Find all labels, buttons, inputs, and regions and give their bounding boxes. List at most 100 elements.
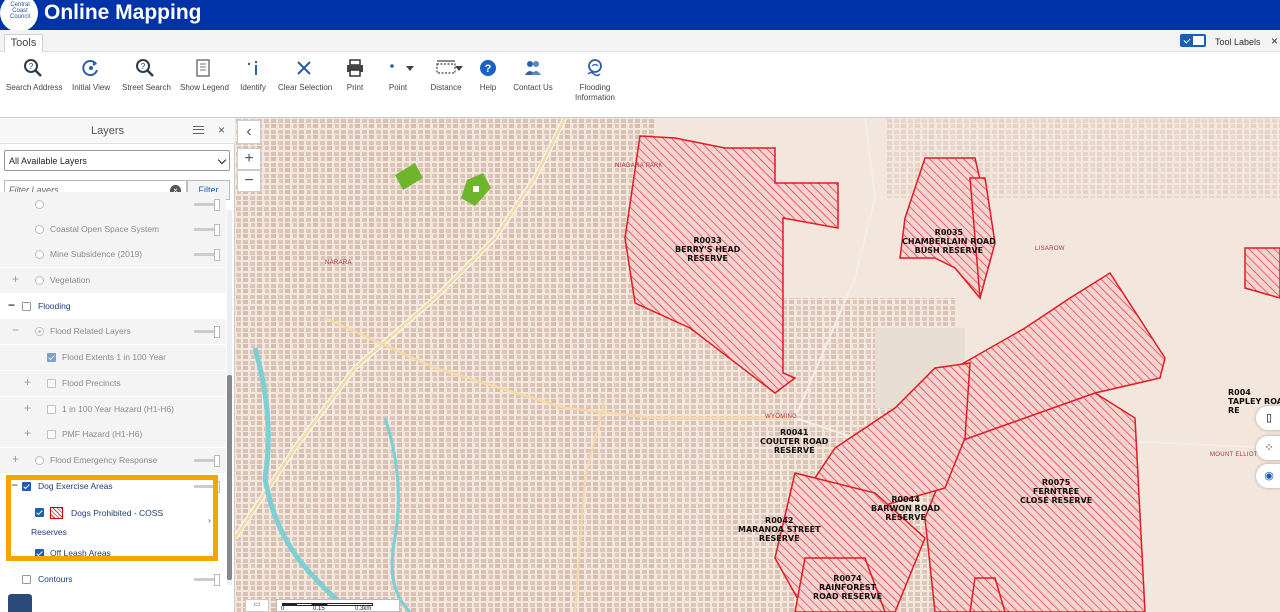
tool-label: Clear Selection [278, 83, 333, 92]
tool-labels-toggle[interactable] [1180, 34, 1206, 47]
layers-stack-icon[interactable] [8, 594, 32, 612]
layer-checkbox[interactable] [22, 575, 31, 584]
layer-checkbox[interactable] [47, 405, 56, 414]
layers-scrollbar[interactable] [227, 210, 232, 585]
clear-icon [297, 61, 311, 75]
reserve-label: R0074 RAINFOREST ROAD RESERVE [813, 574, 883, 601]
layer-radio[interactable] [35, 456, 44, 465]
point-button[interactable]: Point [386, 58, 410, 93]
refresh-icon [82, 60, 98, 77]
distance-button[interactable]: Distance [428, 58, 464, 93]
reserve-label: R0035 CHAMBERLAIN ROAD BUSH RESERVE [902, 228, 996, 255]
expand-icon[interactable]: + [24, 426, 31, 440]
layer-row-mine: Mine Subsidence (2019) [0, 242, 226, 267]
opacity-slider[interactable] [194, 199, 220, 211]
expand-icon[interactable]: + [12, 452, 19, 466]
show-legend-button[interactable]: Show Legend [180, 58, 229, 93]
scale-icon[interactable]: ▭ [245, 599, 269, 612]
layer-label: Contours [38, 574, 73, 584]
opacity-slider[interactable] [194, 224, 220, 236]
layer-label: Mine Subsidence (2019) [50, 249, 143, 259]
clear-selection-button[interactable]: Clear Selection [278, 58, 333, 93]
apps-icon[interactable]: ⁘ [1256, 436, 1280, 460]
book-icon[interactable]: ▯ [1256, 406, 1280, 430]
layer-label: Flood Emergency Response [50, 455, 158, 465]
svg-text:?: ? [485, 63, 492, 75]
layer-radio[interactable] [35, 327, 44, 336]
layer-label: Vegetation [50, 275, 91, 285]
layer-radio[interactable] [35, 276, 44, 285]
opacity-slider[interactable] [194, 574, 220, 586]
expand-icon[interactable]: + [24, 375, 31, 389]
help-button[interactable]: ? Help [478, 58, 498, 93]
council-logo[interactable]: Central Coast Council [0, 0, 38, 32]
check-icon [1182, 36, 1193, 45]
highlight-box [6, 475, 218, 561]
search-address-button[interactable]: ? Search Address [6, 58, 62, 93]
layer-checkbox[interactable] [47, 379, 56, 388]
collapse-icon[interactable]: − [12, 323, 19, 337]
collapse-panel-button[interactable]: ‹ [237, 120, 261, 144]
layer-checkbox[interactable] [22, 302, 31, 311]
layer-set-value: All Available Layers [9, 156, 87, 166]
info-cursor-icon [247, 60, 258, 75]
scrollbar-thumb[interactable] [227, 375, 232, 580]
layer-set-select[interactable]: All Available Layers [4, 150, 230, 171]
logo-line: Council [9, 14, 30, 20]
point-dropdown-caret[interactable] [406, 66, 414, 71]
layer-row-emergency: + Flood Emergency Response [0, 448, 226, 473]
suburb-label: LISAROW [1035, 246, 1065, 252]
layer-row-coastal: Coastal Open Space System [0, 217, 226, 242]
layer-label: Flooding [38, 301, 71, 311]
assistant-icon[interactable]: ◉ [1256, 464, 1280, 488]
menu-icon[interactable] [193, 126, 204, 134]
layer-checkbox[interactable] [47, 430, 56, 439]
expand-icon[interactable]: + [12, 272, 19, 286]
point-icon [390, 64, 394, 68]
layers-panel-title: Layers [91, 125, 125, 137]
search-icon: ? [136, 59, 154, 77]
flood-info-icon [587, 59, 602, 77]
street-search-button[interactable]: ? Street Search [122, 58, 171, 93]
zoom-out-button[interactable]: − [237, 170, 261, 192]
close-toolbar-button[interactable]: × [1271, 34, 1278, 48]
layer-label: Flood Extents 1 in 100 Year [62, 352, 166, 362]
suburb-label: NARARA [325, 260, 352, 266]
close-panel-button[interactable]: × [218, 123, 225, 137]
flooding-information-button[interactable]: Flooding Information [573, 58, 617, 103]
print-button[interactable]: Print [343, 58, 367, 93]
tool-labels-label: Tool Labels [1215, 37, 1261, 47]
opacity-slider[interactable] [194, 455, 220, 467]
tool-label: Point [388, 83, 408, 92]
opacity-slider[interactable] [194, 249, 220, 261]
collapse-icon[interactable]: − [8, 298, 15, 312]
layer-radio[interactable] [35, 250, 44, 259]
reserve-label: R0044 BARWON ROAD RESERVE [871, 495, 941, 522]
layer-row-partial [0, 192, 226, 217]
layer-row-vegetation: + Vegetation [0, 268, 226, 293]
zoom-in-button[interactable]: + [237, 148, 261, 170]
tool-label: Print [346, 83, 364, 92]
app-header: Central Coast Council Online Mapping [0, 0, 1280, 32]
tool-label: Contact Us [513, 83, 553, 92]
layer-row-pmf: + PMF Hazard (H1-H6) [0, 422, 226, 447]
identify-button[interactable]: Identify [239, 58, 267, 93]
contact-us-button[interactable]: Contact Us [512, 58, 554, 93]
toolbar: ? Search Address Initial View ? Street S… [0, 52, 1280, 118]
distance-dropdown-caret[interactable] [455, 66, 463, 71]
layer-checkbox[interactable] [47, 353, 56, 362]
search-icon: ? [24, 59, 42, 77]
reserve-label: R0033 BERRY'S HEAD RESERVE [675, 236, 741, 263]
layer-label: Coastal Open Space System [50, 224, 160, 234]
map-view[interactable]: ‹ + − NIAGARA PARK NARARA LISAROW WYOMIN… [235, 118, 1280, 612]
tab-tools[interactable]: Tools [4, 34, 43, 53]
layer-row-flood-extents: Flood Extents 1 in 100 Year [0, 345, 226, 370]
measure-icon [436, 60, 456, 74]
layer-radio[interactable] [35, 225, 44, 234]
expand-icon[interactable]: + [24, 401, 31, 415]
opacity-slider[interactable] [194, 326, 220, 338]
radio[interactable] [35, 200, 44, 209]
tool-label: Street Search [122, 83, 171, 92]
tool-label: Flooding [579, 83, 611, 92]
initial-view-button[interactable]: Initial View [72, 58, 110, 93]
